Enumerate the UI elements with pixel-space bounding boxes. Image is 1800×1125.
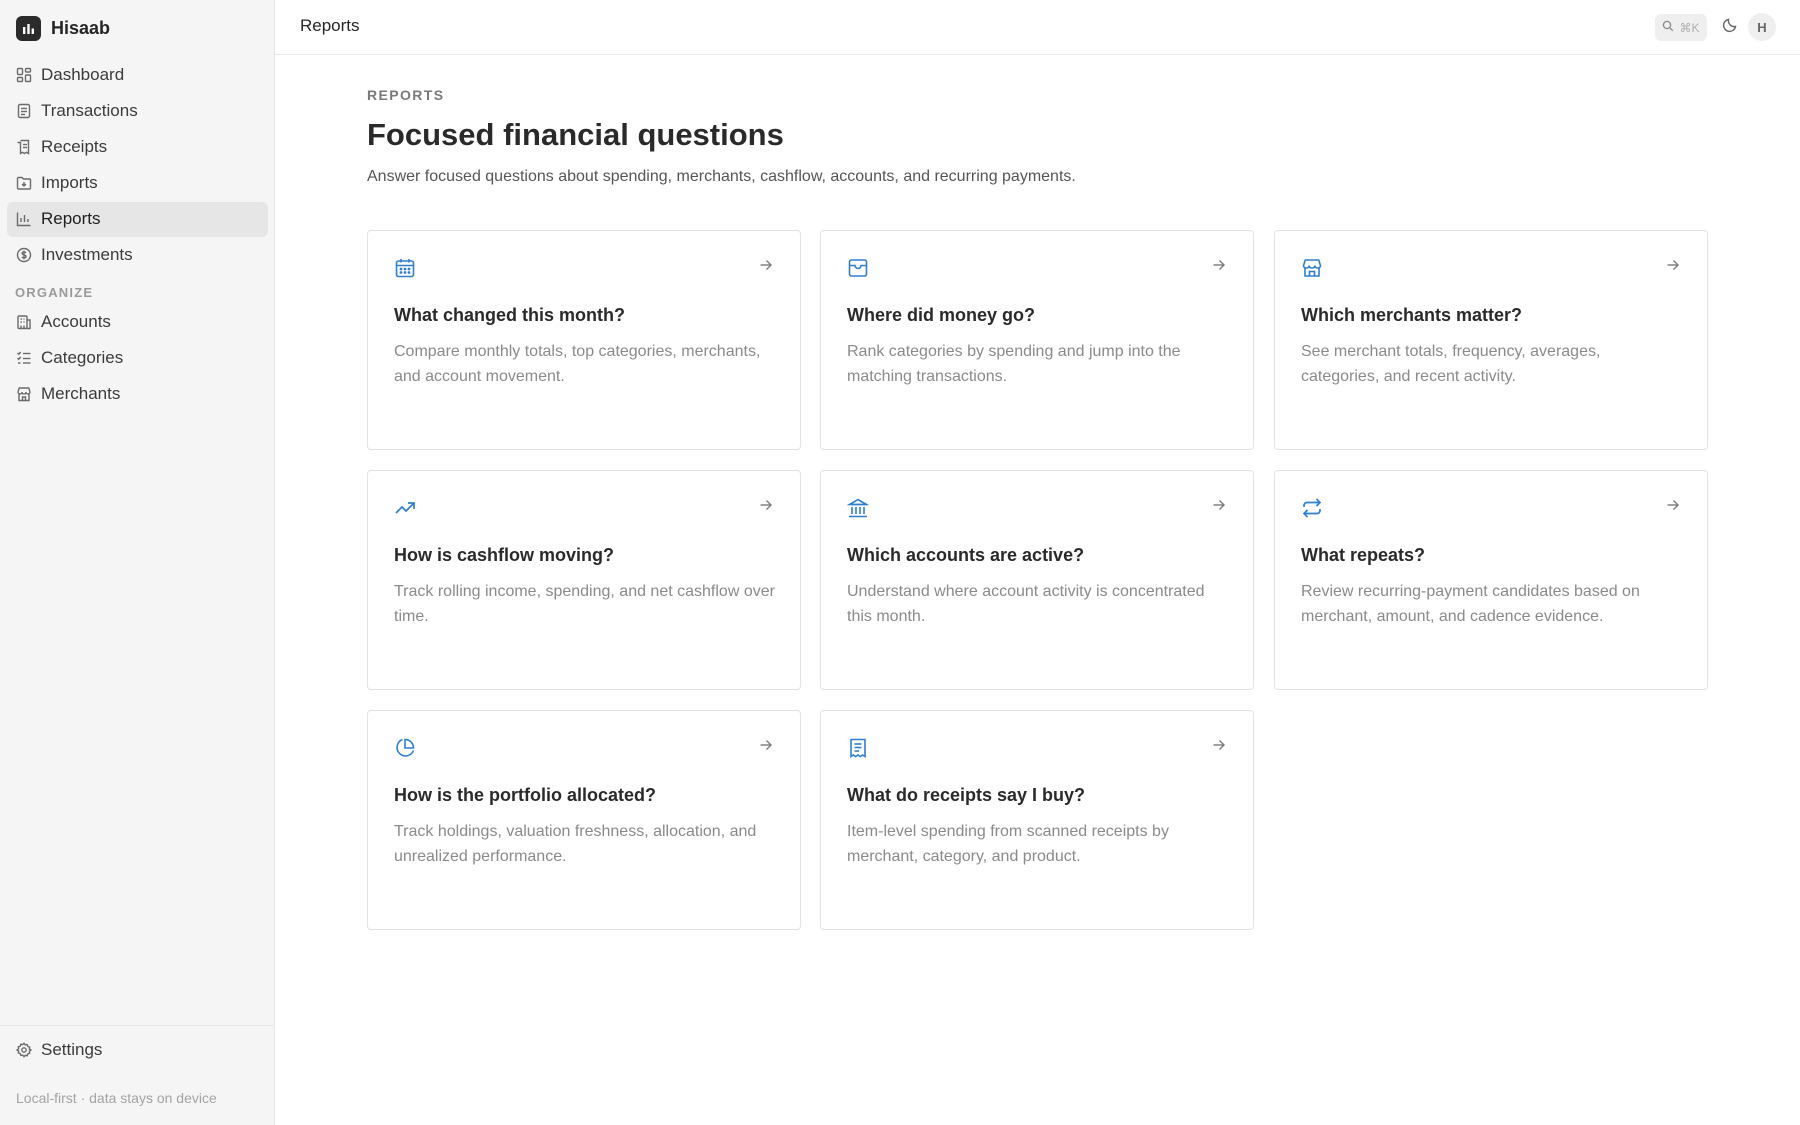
- report-card-money-went[interactable]: Where did money go? Rank categories by s…: [820, 230, 1254, 450]
- sidebar-item-dashboard[interactable]: Dashboard: [7, 57, 268, 92]
- bank-icon: [846, 497, 870, 519]
- gear-icon: [16, 1042, 32, 1058]
- store-icon: [16, 386, 32, 402]
- arrow-right-icon: [1665, 257, 1681, 273]
- report-card-accounts[interactable]: Which accounts are active? Understand wh…: [820, 470, 1254, 690]
- avatar[interactable]: H: [1748, 13, 1776, 41]
- arrow-right-icon: [1211, 497, 1227, 513]
- moon-icon: [1722, 17, 1738, 38]
- sidebar-nav: Dashboard Transactions Receipts Imports …: [7, 57, 268, 413]
- search-icon: [1662, 20, 1674, 35]
- card-description: Track holdings, valuation freshness, all…: [394, 823, 757, 865]
- sidebar-item-label: Transactions: [41, 100, 138, 120]
- store-icon: [1301, 257, 1323, 279]
- brand[interactable]: Hisaab: [16, 15, 110, 41]
- sidebar-item-label: Reports: [41, 209, 101, 229]
- sidebar-item-label: Merchants: [41, 384, 121, 403]
- settings-label: Settings: [41, 1040, 103, 1059]
- dollar-circle-icon: [16, 247, 32, 263]
- repeat-icon: [1301, 497, 1323, 519]
- sidebar-item-label: Categories: [41, 347, 124, 367]
- search-button[interactable]: ⌘K: [1655, 14, 1707, 41]
- sidebar-item-imports[interactable]: Imports: [7, 166, 268, 201]
- card-title: How is the portfolio allocated?: [394, 785, 657, 805]
- sidebar: Hisaab Dashboard Transactions Receipts I…: [0, 0, 275, 1125]
- card-title: Where did money go?: [847, 305, 1036, 325]
- card-description: Review recurring-payment candidates base…: [1301, 583, 1640, 625]
- app-name: Hisaab: [51, 17, 111, 38]
- report-card-portfolio[interactable]: How is the portfolio allocated? Track ho…: [367, 710, 801, 930]
- wallet-icon: [847, 257, 869, 279]
- card-description: Rank categories by spending and jump int…: [847, 343, 1181, 385]
- sidebar-item-label: Accounts: [41, 311, 111, 331]
- sidebar-item-reports[interactable]: Reports: [7, 201, 268, 237]
- report-card-merchants[interactable]: Which merchants matter? See merchant tot…: [1274, 230, 1708, 450]
- sidebar-item-categories[interactable]: Categories: [7, 340, 268, 375]
- report-card-receipts[interactable]: What do receipts say I buy? Item-level s…: [820, 710, 1254, 930]
- topbar: Reports ⌘K H: [275, 0, 1800, 55]
- receipt-icon: [847, 737, 869, 759]
- sidebar-item-transactions[interactable]: Transactions: [7, 93, 268, 128]
- sidebar-item-accounts[interactable]: Accounts: [7, 304, 268, 339]
- logo-bar-chart-icon: [16, 15, 41, 41]
- bank-icon: [16, 314, 32, 330]
- card-description: Item-level spending from scanned receipt…: [847, 823, 1169, 865]
- theme-toggle-button[interactable]: [1716, 14, 1744, 41]
- sidebar-item-label: Dashboard: [41, 64, 125, 84]
- report-card-month-changes[interactable]: What changed this month? Compare monthly…: [367, 230, 801, 450]
- calendar-icon: [394, 257, 416, 279]
- card-title: What changed this month?: [394, 305, 625, 325]
- sidebar-item-receipts[interactable]: Receipts: [7, 129, 268, 164]
- card-title: How is cashflow moving?: [394, 545, 615, 565]
- card-title: What do receipts say I buy?: [847, 785, 1086, 805]
- arrow-right-icon: [758, 737, 774, 753]
- page-title-topbar: Reports: [300, 16, 360, 35]
- arrow-right-icon: [1665, 497, 1681, 513]
- card-description: Compare monthly totals, top categories, …: [394, 343, 761, 385]
- report-card-cashflow[interactable]: How is cashflow moving? Track rolling in…: [367, 470, 801, 690]
- list-icon: [16, 350, 32, 366]
- card-description: Track rolling income, spending, and net …: [394, 583, 775, 625]
- receipt-icon: [16, 139, 32, 155]
- section-label-organize: ORGANIZE: [15, 285, 94, 301]
- page-title: Focused financial questions: [367, 117, 784, 152]
- arrow-right-icon: [1211, 257, 1227, 273]
- document-icon: [16, 103, 32, 119]
- card-title: Which merchants matter?: [1301, 305, 1523, 325]
- dashboard-icon: [16, 67, 32, 83]
- arrow-right-icon: [1211, 737, 1227, 753]
- folder-import-icon: [16, 175, 32, 191]
- sidebar-item-label: Imports: [41, 173, 98, 193]
- sidebar-item-investments[interactable]: Investments: [7, 238, 268, 273]
- card-title: What repeats?: [1301, 545, 1426, 565]
- sidebar-divider: [0, 1025, 275, 1026]
- sidebar-footnote: Local-first · data stays on device: [16, 1090, 217, 1106]
- bar-chart-icon: [16, 211, 32, 227]
- report-card-recurring[interactable]: What repeats? Review recurring-payment c…: [1274, 470, 1708, 690]
- sidebar-item-label: Receipts: [41, 136, 108, 156]
- sidebar-item-settings[interactable]: Settings: [7, 1033, 268, 1067]
- sidebar-item-merchants[interactable]: Merchants: [7, 377, 268, 412]
- arrow-right-icon: [758, 257, 774, 273]
- sidebar-item-label: Investments: [41, 245, 133, 265]
- page-description: Answer focused questions about spending,…: [367, 168, 1076, 185]
- card-description: See merchant totals, frequency, averages…: [1301, 343, 1601, 385]
- pie-chart-icon: [394, 737, 416, 759]
- arrow-right-icon: [758, 497, 774, 513]
- report-card-grid: What changed this month? Compare monthly…: [367, 230, 1708, 930]
- eyebrow-label: REPORTS: [367, 87, 445, 103]
- search-shortcut: ⌘K: [1679, 20, 1700, 35]
- card-title: Which accounts are active?: [847, 545, 1085, 565]
- trending-up-icon: [394, 497, 416, 519]
- card-description: Understand where account activity is con…: [847, 583, 1205, 625]
